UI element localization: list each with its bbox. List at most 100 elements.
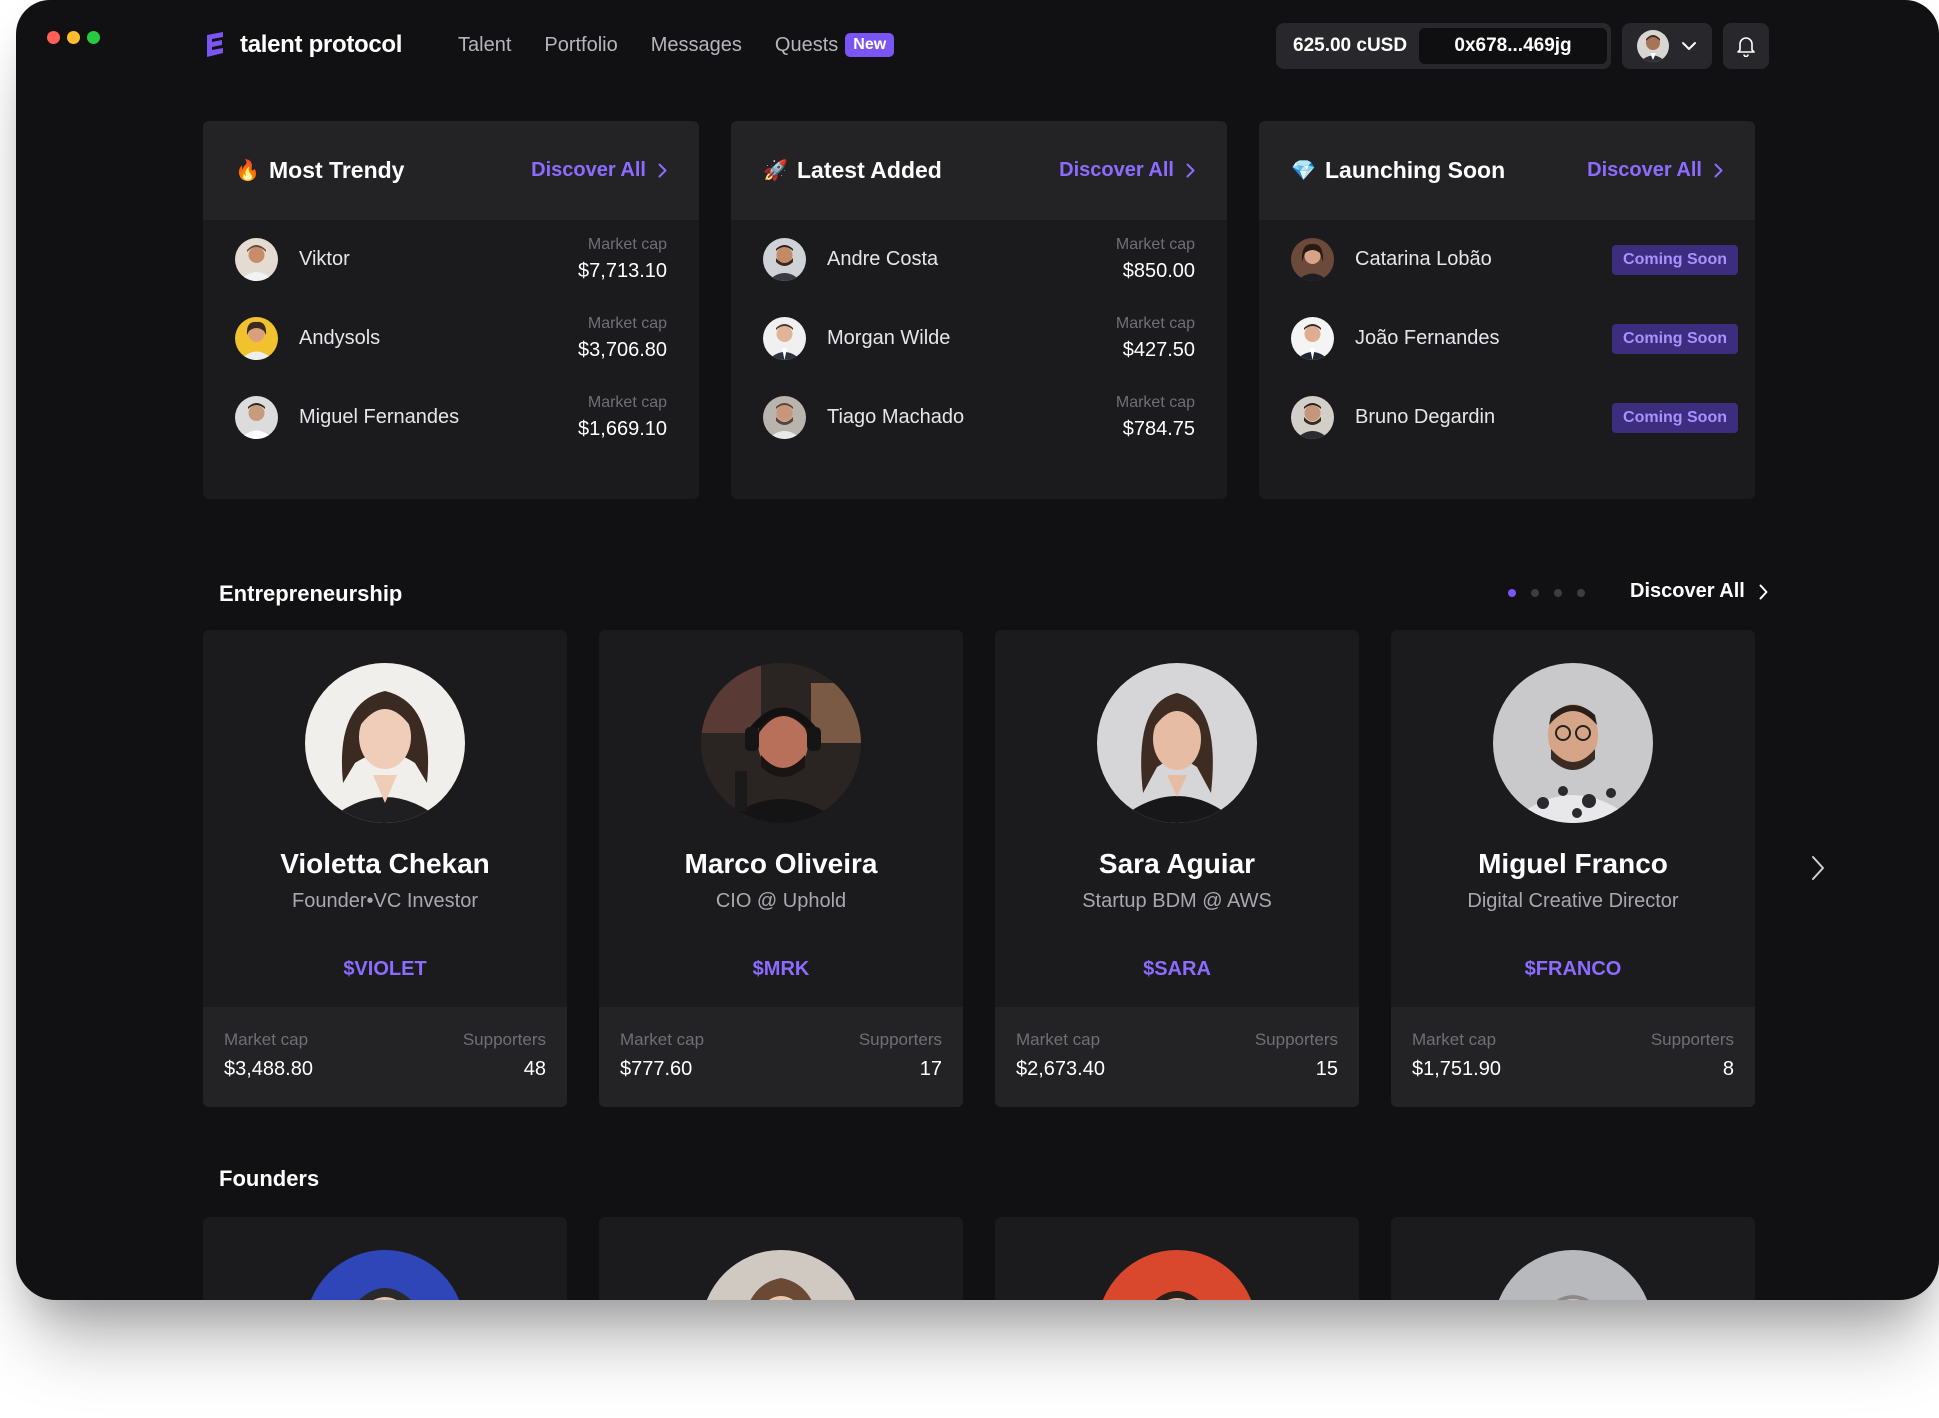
chevron-right-icon <box>658 163 667 178</box>
list-item[interactable]: Viktor Market cap $7,713.10 <box>203 220 699 299</box>
talent-photo <box>1097 1250 1257 1300</box>
pagination-dot[interactable] <box>1531 589 1539 597</box>
talent-photo <box>701 663 861 823</box>
app-window: talent protocol Talent Portfolio Message… <box>16 0 1939 1300</box>
founders-section-title: Founders <box>219 1166 320 1191</box>
card-stats: Market cap $777.60 Supporters 17 <box>599 1007 963 1107</box>
market-cap-value: $1,751.90 <box>1412 1058 1501 1080</box>
founder-card[interactable] <box>1391 1217 1755 1300</box>
nav-quests[interactable]: Quests New <box>774 33 895 57</box>
window-close-button[interactable] <box>47 31 60 44</box>
list-item[interactable]: Catarina Lobão Coming Soon <box>1259 220 1755 299</box>
discover-all-label: Discover All <box>1059 159 1174 181</box>
founder-card[interactable] <box>203 1217 567 1300</box>
market-cap-value: $777.60 <box>620 1058 693 1080</box>
list-item[interactable]: Miguel Fernandes Market cap $1,669.10 <box>203 378 699 457</box>
talent-role: Startup BDM @ AWS <box>1082 890 1272 912</box>
wallet-widget[interactable]: 625.00 cUSD 0x678...469jg <box>1276 23 1611 69</box>
nav-messages[interactable]: Messages <box>651 34 742 57</box>
entrepreneurship-discover-all-link[interactable]: Discover All <box>1630 580 1768 603</box>
talent-name: Andysols <box>299 327 381 349</box>
bell-icon <box>1737 37 1755 57</box>
chevron-right-icon <box>1186 163 1195 178</box>
market-cap: Market cap $427.50 <box>1116 315 1195 362</box>
talent-photo <box>1493 1250 1653 1300</box>
market-cap-value: $3,706.80 <box>578 339 667 361</box>
window-zoom-button[interactable] <box>87 31 100 44</box>
nav-portfolio[interactable]: Portfolio <box>544 34 617 57</box>
panel-title: Most Trendy <box>269 157 405 183</box>
pagination-dot[interactable] <box>1577 589 1585 597</box>
avatar <box>235 238 278 281</box>
pagination-dot[interactable] <box>1554 589 1562 597</box>
panel-title: Launching Soon <box>1325 157 1506 183</box>
talent-name: Bruno Degardin <box>1355 406 1496 428</box>
supporters-count: 48 <box>523 1058 546 1080</box>
carousel-next-button[interactable] <box>1811 855 1825 886</box>
launching-soon-panel: 💎 Launching Soon Discover All Catarina L… <box>1259 121 1755 499</box>
new-badge: New <box>845 33 895 57</box>
nav-quests-label: Quests <box>774 33 839 56</box>
market-cap-label: Market cap <box>1412 1030 1497 1049</box>
list-item[interactable]: Tiago Machado Market cap $784.75 <box>731 378 1227 457</box>
token-ticker: $MRK <box>752 958 810 980</box>
market-cap-value: $7,713.10 <box>578 260 667 282</box>
panel-title: Latest Added <box>797 157 942 183</box>
list-item[interactable]: Andre Costa Market cap $850.00 <box>731 220 1227 299</box>
list-item[interactable]: Morgan Wilde Market cap $427.50 <box>731 299 1227 378</box>
brand-name: talent protocol <box>240 31 403 58</box>
talent-name: João Fernandes <box>1355 327 1500 349</box>
market-cap-value: $2,673.40 <box>1016 1058 1105 1080</box>
avatar <box>763 317 806 360</box>
market-cap-value: $427.50 <box>1122 339 1195 361</box>
panel-header: 🚀 Latest Added Discover All <box>731 121 1227 220</box>
market-cap: Market cap $2,673.40 <box>1016 1030 1105 1107</box>
notifications-button[interactable] <box>1723 23 1769 69</box>
discover-all-link[interactable]: Discover All <box>1587 159 1723 182</box>
avatar <box>235 317 278 360</box>
user-menu-button[interactable] <box>1622 23 1712 69</box>
talent-role: CIO @ Uphold <box>715 890 847 912</box>
card-stats: Market cap $3,488.80 Supporters 48 <box>203 1007 567 1107</box>
talent-name: Marco Oliveira <box>684 848 878 879</box>
talent-photo <box>701 1250 861 1300</box>
market-cap: Market cap $1,669.10 <box>578 394 667 441</box>
pagination-dot-active[interactable] <box>1508 589 1516 597</box>
wallet-address[interactable]: 0x678...469jg <box>1419 28 1607 64</box>
latest-added-panel: 🚀 Latest Added Discover All Andre Costa … <box>731 121 1227 499</box>
talent-role: Digital Creative Director <box>1467 890 1679 912</box>
founder-card[interactable] <box>995 1217 1359 1300</box>
market-cap-label: Market cap <box>1115 315 1195 332</box>
entrepreneurship-section-title: Entrepreneurship <box>219 581 403 606</box>
market-cap-value: $784.75 <box>1122 418 1195 440</box>
talent-card[interactable]: Marco Oliveira CIO @ Uphold $MRK Market … <box>599 630 963 1107</box>
talent-card[interactable]: Violetta Chekan Founder•VC Investor $VIO… <box>203 630 567 1107</box>
founder-card[interactable] <box>599 1217 963 1300</box>
supporters: Supporters 8 <box>1651 1030 1734 1107</box>
talent-card[interactable]: Sara Aguiar Startup BDM @ AWS $SARA Mark… <box>995 630 1359 1107</box>
market-cap-label: Market cap <box>1115 394 1195 411</box>
talent-name: Viktor <box>299 248 350 270</box>
window-minimize-button[interactable] <box>67 31 80 44</box>
market-cap-label: Market cap <box>1016 1030 1101 1049</box>
market-cap: Market cap $777.60 <box>620 1030 704 1107</box>
chevron-down-icon <box>1682 42 1696 50</box>
market-cap-label: Market cap <box>587 236 667 253</box>
nav-talent[interactable]: Talent <box>458 34 511 57</box>
coming-soon-badge: Coming Soon <box>1612 402 1738 433</box>
discover-all-link[interactable]: Discover All <box>1059 159 1195 182</box>
talent-card[interactable]: Miguel Franco Digital Creative Director … <box>1391 630 1755 1107</box>
brand-logo-link[interactable]: talent protocol <box>204 28 402 62</box>
discover-all-link[interactable]: Discover All <box>531 159 667 182</box>
list-item[interactable]: Bruno Degardin Coming Soon <box>1259 378 1755 457</box>
fire-icon: 🔥 <box>235 159 260 182</box>
chevron-right-icon <box>1812 856 1824 880</box>
talent-name: Tiago Machado <box>827 406 965 428</box>
carousel-pagination <box>1508 589 1585 597</box>
talent-photo <box>1493 663 1653 823</box>
list-item[interactable]: Andysols Market cap $3,706.80 <box>203 299 699 378</box>
discover-all-label: Discover All <box>1587 159 1702 181</box>
avatar <box>235 396 278 439</box>
avatar <box>763 396 806 439</box>
list-item[interactable]: João Fernandes Coming Soon <box>1259 299 1755 378</box>
